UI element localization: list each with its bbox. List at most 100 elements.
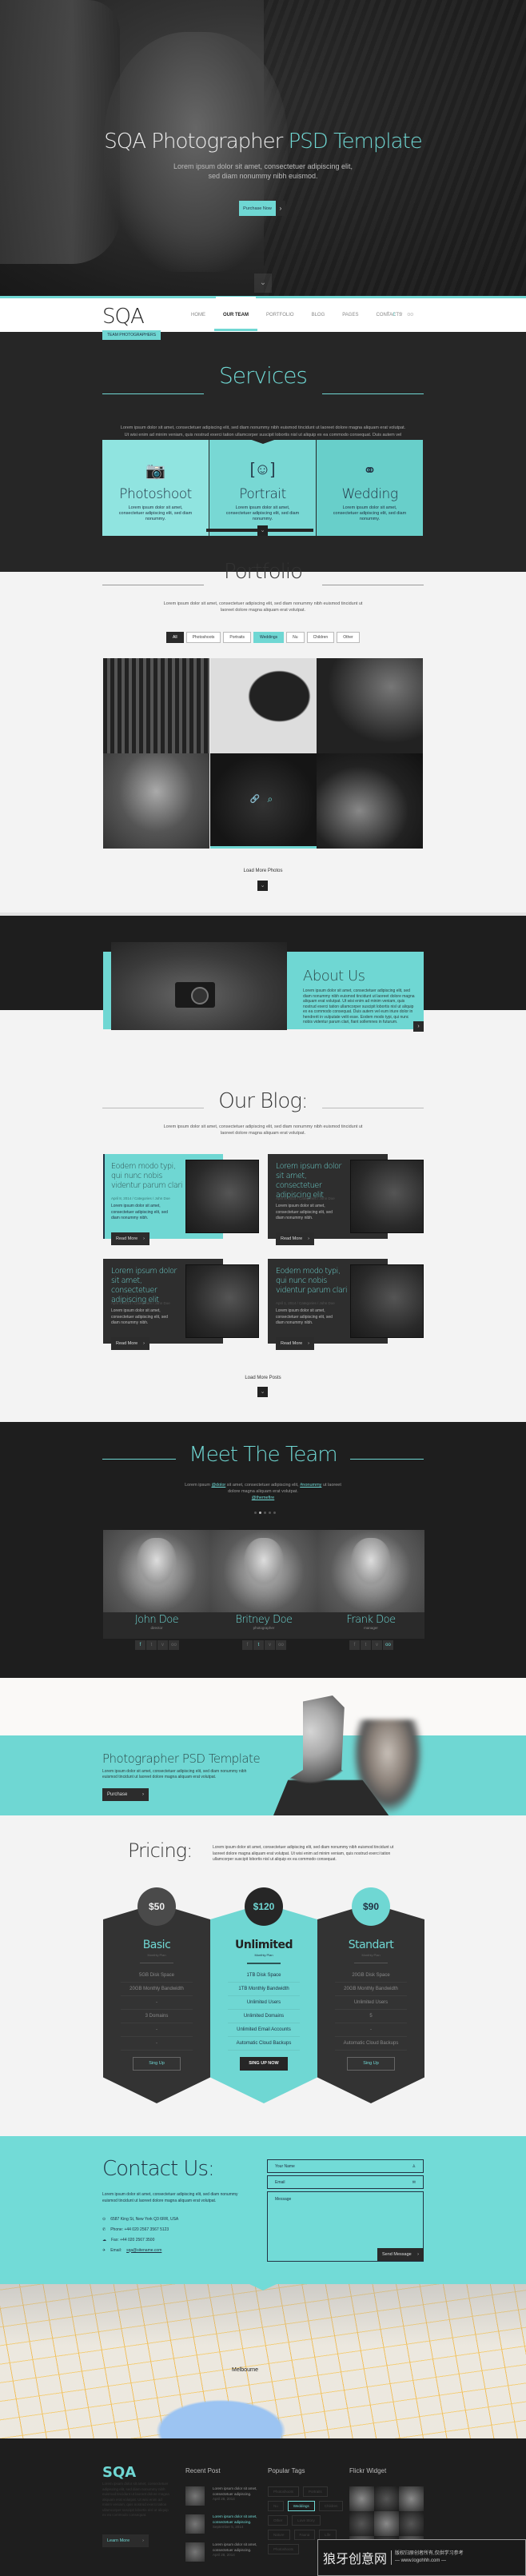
portfolio-photo-leaf[interactable] [317,658,423,753]
recent-post-item[interactable]: Lorem ipsum dolor sit amet, consectetuer… [185,2486,257,2506]
recent-post-title[interactable]: Lorem ipsum dolor sit amet, consectetuer… [213,2486,257,2497]
nav-item-home[interactable]: HOME [182,313,214,318]
vimeo-icon[interactable]: v [157,1640,168,1650]
tag-nature[interactable]: Nature [268,2530,290,2540]
service-card-wedding[interactable]: ⚭ Wedding Lorem ipsum dolor sit amet, cons… [317,440,423,536]
flickr-icon[interactable]: oo [169,1640,179,1650]
vimeo-icon[interactable]: v [372,1640,382,1650]
link-icon[interactable]: 🔗 [250,795,260,804]
post-title[interactable]: Lorem ipsum dolor sit amet, consectetuer… [276,1162,348,1200]
recent-post-title[interactable]: Lorem ipsum dolor sit amet, consectetuer… [213,2514,257,2525]
mention-link[interactable]: @themefire [252,1496,275,1500]
portfolio-photo-bearded-man-hat[interactable] [103,753,209,849]
portfolio-photo-woman-portrait[interactable] [209,658,317,753]
about-next-button[interactable]: › [413,1021,424,1032]
read-more-button[interactable]: Read More › [111,1232,149,1245]
facebook-icon[interactable]: f [349,1640,360,1650]
nav-item-our-team[interactable]: OUR TEAM [214,297,257,331]
email-input[interactable]: Email ✉ [267,2175,424,2189]
portfolio-photo-woman-headdress[interactable] [317,753,423,849]
tag-nu[interactable]: Nu [268,2501,284,2511]
filter-all[interactable]: All [166,632,184,643]
filter-other[interactable]: Other [337,632,360,643]
facebook-icon[interactable]: f [242,1640,253,1650]
filter-children[interactable]: Children [306,632,335,643]
sign-up-button[interactable]: Sing Up [133,2057,181,2071]
flickr-photo[interactable] [399,2511,424,2536]
flickr-photo[interactable] [374,2486,399,2511]
twitter-icon[interactable]: t [253,1640,264,1650]
hashtag-link[interactable]: #nonummy [300,1483,321,1488]
tag-weddings[interactable]: Weddings [287,2501,315,2511]
name-input[interactable]: Your Name ♙ [267,2159,424,2173]
blog-post-card[interactable]: Lorem ipsum dolor sit amet, consectetuer… [268,1154,424,1245]
logo[interactable]: SQA [102,305,145,329]
filter-nu[interactable]: Nu [286,632,305,643]
post-title[interactable]: Eodem modo typi, qui nunc nobis videntur… [111,1162,183,1191]
filter-photoshoots[interactable]: Photoshoots [185,632,221,643]
portfolio-photo-pine-cones[interactable]: 🔗 ⌕ [209,753,317,849]
email-link[interactable]: sqa@sitename.com [126,2248,161,2253]
read-more-button[interactable]: Read More › [276,1337,314,1350]
mention-link[interactable]: @dolor [211,1483,225,1488]
tag-photoshoots[interactable]: Photoshoots [268,2544,300,2554]
facebook-icon[interactable]: f [135,1640,145,1650]
twitter-icon[interactable]: t [393,312,395,318]
post-title[interactable]: Eodem modo typi, qui nunc nobis videntur… [276,1267,348,1296]
post-image[interactable] [350,1264,424,1338]
tag-love-story[interactable]: Love Story [292,2515,321,2526]
flickr-photo[interactable] [399,2486,424,2511]
vimeo-icon[interactable]: v [400,312,403,318]
flickr-photo[interactable] [349,2486,374,2511]
tag-photoshoots[interactable]: Photoshoots [268,2486,300,2497]
blog-post-card[interactable]: Lorem ipsum dolor sit amet, consectetuer… [103,1259,259,1350]
flickr-photo[interactable] [349,2511,374,2536]
vimeo-icon[interactable]: v [265,1640,275,1650]
footer-logo[interactable]: SQA [102,2464,136,2481]
scroll-down-button[interactable]: ⌄ [254,274,272,293]
recent-post-thumbnail[interactable] [185,2486,205,2506]
send-message-button[interactable]: Send Message › [377,2248,424,2261]
nav-item-blog[interactable]: BLOG [303,313,334,318]
read-more-button[interactable]: Read More › [111,1337,149,1350]
service-card-photoshoot[interactable]: 📷 Photoshoot Lorem ipsum dolor sit amet, c… [102,440,209,536]
tag-fauna[interactable]: Fauna [293,2530,316,2540]
flickr-icon[interactable]: oo [407,312,413,318]
recent-post-title[interactable]: Lorem ipsum dolor sit amet, consectetuer… [213,2542,257,2553]
nav-item-portfolio[interactable]: PORTFOLIO [257,313,303,318]
recent-post-text[interactable]: Lorem ipsum dolor sit amet, consectetuer… [213,2542,257,2562]
zoom-icon[interactable]: ⌕ [268,793,273,805]
promo-purchase-button[interactable]: Purchase › [102,1788,149,1801]
portfolio-photo-architecture-stairs[interactable] [103,658,209,753]
chevron-down-icon[interactable]: ⌄ [257,525,268,536]
recent-post-text[interactable]: Lorem ipsum dolor sit amet, consectetuer… [213,2486,257,2506]
blog-post-card[interactable]: Eodem modo typi, qui nunc nobis videntur… [103,1154,259,1245]
load-more-posts-button[interactable]: ⌄ [257,1387,268,1397]
sign-up-button[interactable]: SING UP NOW [240,2057,288,2071]
carousel-dot[interactable] [269,1512,271,1514]
load-more-photos-button[interactable]: ⌄ [257,881,268,891]
sign-up-button[interactable]: Sing Up [347,2057,395,2071]
post-image[interactable] [185,1160,259,1233]
facebook-icon[interactable]: f [387,312,389,318]
learn-more-button[interactable]: Learn More › [102,2534,149,2547]
twitter-icon[interactable]: t [146,1640,157,1650]
post-image[interactable] [350,1160,424,1233]
read-more-button[interactable]: Read More › [276,1232,314,1245]
filter-portraits[interactable]: Portraits [223,632,251,643]
blog-post-card[interactable]: Eodem modo typi, qui nunc nobis videntur… [268,1259,424,1350]
nav-item-pages[interactable]: PAGES [333,313,367,318]
twitter-icon[interactable]: t [361,1640,371,1650]
post-image[interactable] [185,1264,259,1338]
recent-post-thumbnail[interactable] [185,2514,205,2534]
flickr-icon[interactable]: oo [383,1640,393,1650]
tag-portraits[interactable]: Portraits [303,2486,328,2497]
recent-post-item[interactable]: Lorem ipsum dolor sit amet, consectetuer… [185,2514,257,2534]
location-map[interactable]: Melbourne [0,2284,526,2438]
carousel-dot[interactable] [273,1512,276,1514]
tag-children[interactable]: Children [318,2501,344,2511]
tag-other[interactable]: Other [268,2515,289,2526]
flickr-icon[interactable]: oo [276,1640,286,1650]
recent-post-thumbnail[interactable] [185,2542,205,2562]
flickr-photo[interactable] [374,2511,399,2536]
